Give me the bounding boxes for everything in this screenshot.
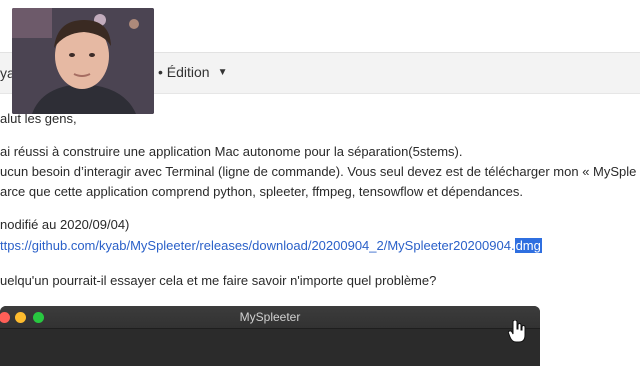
- post-line-2: ucun besoin d’interagir avec Terminal (l…: [0, 164, 637, 179]
- download-link[interactable]: ttps://github.com/kyab/MySpleeter/releas…: [0, 238, 542, 253]
- edit-menu-label: • Édition: [158, 64, 210, 80]
- window-title: MySpleeter: [239, 310, 301, 324]
- selected-text: dmg: [514, 238, 542, 253]
- edit-menu-button[interactable]: • Édition ▼: [158, 64, 228, 80]
- download-link-row: ttps://github.com/kyab/MySpleeter/releas…: [0, 235, 542, 256]
- myspleeter-app-window[interactable]: MySpleeter: [0, 306, 540, 366]
- download-link-text: ttps://github.com/kyab/MySpleeter/releas…: [0, 238, 515, 253]
- post-line-3: arce que cette application comprend pyth…: [0, 184, 523, 199]
- hand-pointer-icon: [508, 320, 526, 343]
- post-line-1: ai réussi à construire une application M…: [0, 144, 463, 159]
- webcam-person-image: [12, 8, 154, 114]
- webcam-overlay: [12, 8, 154, 114]
- post-question: uelqu'un pourrait-il essayer cela et me …: [0, 273, 437, 288]
- window-titlebar[interactable]: MySpleeter: [0, 306, 540, 329]
- caret-down-icon: ▼: [217, 66, 228, 78]
- post-modified-note: nodifié au 2020/09/04): [0, 217, 130, 232]
